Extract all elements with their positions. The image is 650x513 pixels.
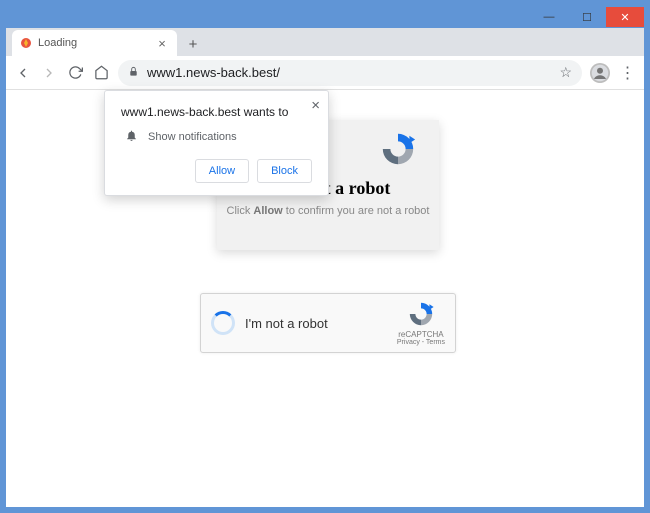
back-button[interactable]: [14, 64, 32, 82]
recaptcha-widget[interactable]: I'm not a robot reCAPTCHA Privacy - Term…: [200, 293, 456, 353]
recaptcha-brand: reCAPTCHA Privacy - Terms: [397, 300, 445, 346]
block-button[interactable]: Block: [257, 159, 312, 183]
window-maximize-button[interactable]: ☐: [568, 7, 606, 27]
recaptcha-links[interactable]: Privacy - Terms: [397, 339, 445, 346]
recaptcha-logo-icon: [377, 130, 419, 173]
home-button[interactable]: [92, 64, 110, 82]
bell-icon: [125, 129, 138, 145]
toolbar: www1.news-back.best/ ☆ ⋮: [6, 56, 644, 90]
captcha-sub-post: to confirm you are not a robot: [283, 205, 430, 217]
recaptcha-text: I'm not a robot: [245, 316, 328, 331]
browser-window: — ☐ ✕ Loading × +: [0, 0, 650, 513]
new-tab-button[interactable]: +: [181, 32, 205, 56]
address-bar[interactable]: www1.news-back.best/ ☆: [118, 60, 582, 86]
page-content: I am not a robot Click Allow to confirm …: [6, 90, 644, 507]
popup-permission-label: Show notifications: [148, 131, 237, 143]
tab-favicon-icon: [20, 37, 32, 49]
menu-button[interactable]: ⋮: [618, 64, 636, 82]
popup-permission-row: Show notifications: [121, 129, 312, 145]
profile-avatar-icon[interactable]: [590, 63, 610, 83]
captcha-sub-pre: Click: [227, 205, 254, 217]
captcha-sub-bold: Allow: [253, 205, 282, 217]
popup-origin-text: www1.news-back.best wants to: [121, 105, 312, 119]
window-close-button[interactable]: ✕: [606, 7, 644, 27]
captcha-subtext: Click Allow to confirm you are not a rob…: [217, 205, 439, 217]
browser-chrome: Loading × + www1.news-back.best/: [6, 28, 644, 507]
browser-tab[interactable]: Loading ×: [12, 30, 177, 56]
bookmark-star-icon[interactable]: ☆: [559, 64, 572, 81]
allow-button[interactable]: Allow: [195, 159, 249, 183]
recaptcha-spinner-icon: [211, 311, 235, 335]
notification-permission-popup: × www1.news-back.best wants to Show noti…: [104, 90, 329, 196]
url-text: www1.news-back.best/: [147, 65, 280, 80]
tab-close-button[interactable]: ×: [155, 36, 169, 50]
popup-close-button[interactable]: ×: [311, 97, 320, 114]
window-titlebar: — ☐ ✕: [6, 6, 644, 28]
tab-title: Loading: [38, 37, 77, 49]
window-minimize-button[interactable]: —: [530, 7, 568, 27]
recaptcha-logo-icon: [407, 300, 435, 328]
reload-button[interactable]: [66, 64, 84, 82]
tab-bar: Loading × +: [6, 28, 644, 56]
recaptcha-label: reCAPTCHA: [397, 330, 445, 339]
popup-buttons: Allow Block: [121, 159, 312, 183]
lock-icon: [128, 65, 139, 80]
forward-button[interactable]: [40, 64, 58, 82]
